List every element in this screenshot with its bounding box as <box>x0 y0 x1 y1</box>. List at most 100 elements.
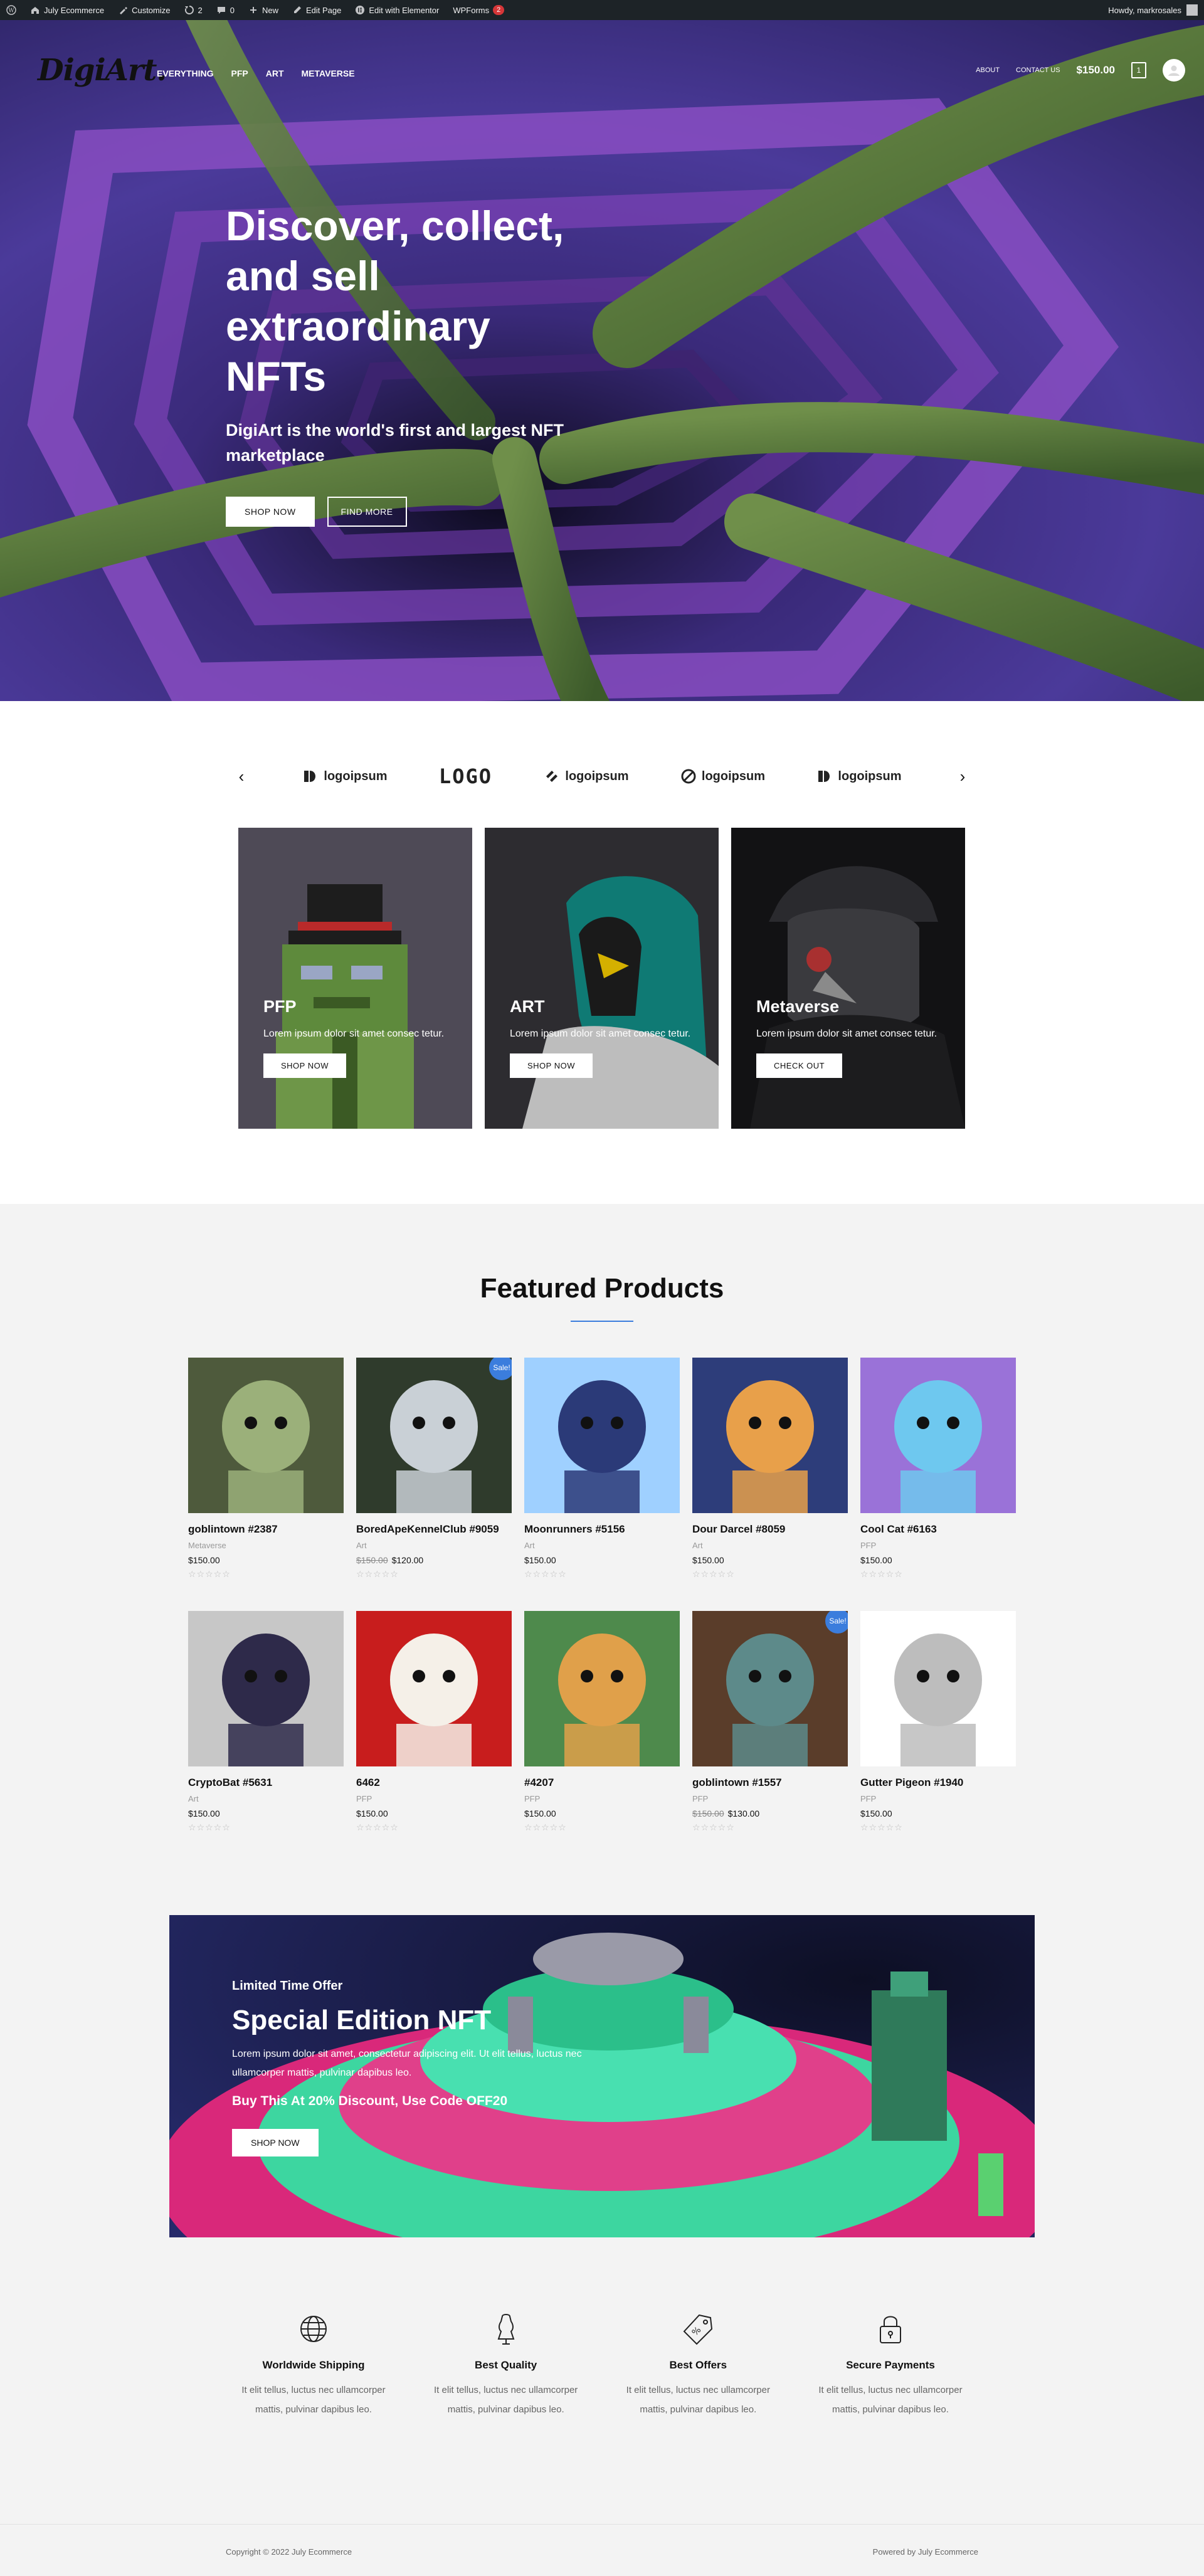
product-image[interactable] <box>356 1611 512 1766</box>
feature-title: Worldwide Shipping <box>262 2359 365 2371</box>
product-card[interactable]: goblintown #2387 Metaverse $150.00 ☆☆☆☆☆ <box>188 1358 344 1580</box>
product-name[interactable]: Dour Darcel #8059 <box>692 1523 848 1536</box>
product-name[interactable]: goblintown #2387 <box>188 1523 344 1536</box>
padlock-icon <box>873 2311 908 2346</box>
hero-buttons: SHOP NOW FIND MORE <box>226 497 602 527</box>
logoipsum-mark-icon <box>302 768 319 784</box>
pencil-icon <box>292 5 302 15</box>
cart-icon[interactable]: 1 <box>1131 62 1146 78</box>
product-card[interactable]: Sale! goblintown #1557 PFP $150.00 $130.00 ☆☆… <box>692 1611 848 1833</box>
nav-contact[interactable]: CONTACT US <box>1016 66 1060 74</box>
nav-pfp[interactable]: PFP <box>231 68 248 78</box>
category-card-metaverse[interactable]: Metaverse Lorem ipsum dolor sit amet con… <box>731 828 965 1129</box>
promo-code: Buy This At 20% Discount, Use Code OFF20 <box>232 2094 508 2108</box>
site-logo[interactable]: DigiArt. <box>38 53 167 88</box>
hero-subtitle: DigiArt is the world's first and largest… <box>226 421 564 465</box>
product-name[interactable]: goblintown #1557 <box>692 1776 848 1789</box>
site-name-menu[interactable]: July Ecommerce <box>30 5 104 15</box>
carousel-prev-arrow-icon[interactable]: ‹ <box>232 767 251 786</box>
new-content-menu[interactable]: New <box>248 5 278 15</box>
user-account-icon[interactable] <box>1163 59 1185 82</box>
product-card[interactable]: Moonrunners #5156 Art $150.00 ☆☆☆☆☆ <box>524 1358 680 1580</box>
product-card[interactable]: Cool Cat #6163 PFP $150.00 ☆☆☆☆☆ <box>860 1358 1016 1580</box>
product-name[interactable]: 6462 <box>356 1776 512 1789</box>
sale-badge: Sale! <box>825 1611 848 1634</box>
product-category[interactable]: Art <box>524 1541 680 1550</box>
product-card[interactable]: #4207 PFP $150.00 ☆☆☆☆☆ <box>524 1611 680 1833</box>
comments-link[interactable]: 0 <box>216 5 235 15</box>
partner-logo: logoipsum <box>302 768 388 784</box>
product-name[interactable]: Moonrunners #5156 <box>524 1523 680 1536</box>
wp-logo-menu[interactable]: W <box>6 5 16 15</box>
metaverse-check-out-button[interactable]: CHECK OUT <box>756 1053 843 1078</box>
product-name[interactable]: #4207 <box>524 1776 680 1789</box>
find-more-button[interactable]: FIND MORE <box>327 497 407 527</box>
promo-content: Limited Time Offer Special Edition NFT L… <box>232 1979 640 2156</box>
product-card[interactable]: Sale! BoredApeKennelClub #9059 Art $150.00 $… <box>356 1358 512 1580</box>
price-tag-icon: % <box>680 2311 716 2346</box>
carousel-next-arrow-icon[interactable]: › <box>953 767 972 786</box>
header-right: ABOUT CONTACT US $150.00 1 <box>976 59 1185 82</box>
product-image[interactable] <box>188 1611 344 1766</box>
category-description: Lorem ipsum dolor sit amet consec tetur. <box>263 1028 445 1039</box>
pfp-shop-now-button[interactable]: SHOP NOW <box>263 1053 346 1078</box>
product-category[interactable]: PFP <box>860 1794 1016 1803</box>
product-card[interactable]: CryptoBat #5631 Art $150.00 ☆☆☆☆☆ <box>188 1611 344 1833</box>
product-category[interactable]: PFP <box>356 1794 512 1803</box>
category-card-art[interactable]: ART Lorem ipsum dolor sit amet consec te… <box>485 828 719 1129</box>
product-name[interactable]: BoredApeKennelClub #9059 <box>356 1523 512 1536</box>
edit-page-link[interactable]: Edit Page <box>292 5 341 15</box>
nav-art[interactable]: ART <box>266 68 284 78</box>
account-menu[interactable]: Howdy, markrosales <box>1108 4 1198 16</box>
nav-about[interactable]: ABOUT <box>976 66 1000 74</box>
star-rating: ☆☆☆☆☆ <box>860 1569 903 1579</box>
nav-metaverse[interactable]: METAVERSE <box>302 68 355 78</box>
product-image[interactable] <box>692 1358 848 1513</box>
wp-admin-bar: W July Ecommerce Customize 2 0 New Edit … <box>0 0 1204 20</box>
partner-logo: LOGO <box>438 764 492 788</box>
metaverse-bird-illustration <box>731 828 965 1129</box>
product-category[interactable]: Art <box>692 1541 848 1550</box>
category-info: ART Lorem ipsum dolor sit amet consec te… <box>510 997 698 1078</box>
product-image[interactable] <box>860 1358 1016 1513</box>
product-image[interactable] <box>860 1611 1016 1766</box>
product-image[interactable]: Sale! <box>356 1358 512 1513</box>
product-category[interactable]: Metaverse <box>188 1541 344 1550</box>
nav-everything[interactable]: EVERYTHING <box>157 68 214 78</box>
cart-total[interactable]: $150.00 <box>1077 64 1115 77</box>
product-card[interactable]: Gutter Pigeon #1940 PFP $150.00 ☆☆☆☆☆ <box>860 1611 1016 1833</box>
wpforms-link[interactable]: WPForms 2 <box>453 5 505 15</box>
nft-artwork <box>356 1358 512 1513</box>
product-price: $150.00 <box>860 1555 1016 1565</box>
elementor-link[interactable]: Edit with Elementor <box>355 5 439 15</box>
product-category[interactable]: PFP <box>860 1541 1016 1550</box>
customize-link[interactable]: Customize <box>118 5 171 15</box>
promo-shop-now-button[interactable]: SHOP NOW <box>232 2129 319 2156</box>
product-name[interactable]: Gutter Pigeon #1940 <box>860 1776 1016 1789</box>
updates-icon <box>184 5 194 15</box>
feature-title: Best Quality <box>475 2359 537 2371</box>
category-title: ART <box>510 997 545 1016</box>
updates-link[interactable]: 2 <box>184 5 203 15</box>
art-shop-now-button[interactable]: SHOP NOW <box>510 1053 593 1078</box>
product-name[interactable]: CryptoBat #5631 <box>188 1776 344 1789</box>
shop-now-button[interactable]: SHOP NOW <box>226 497 315 527</box>
product-name[interactable]: Cool Cat #6163 <box>860 1523 1016 1536</box>
star-rating: ☆☆☆☆☆ <box>860 1822 903 1832</box>
product-card[interactable]: Dour Darcel #8059 Art $150.00 ☆☆☆☆☆ <box>692 1358 848 1580</box>
product-image[interactable] <box>188 1358 344 1513</box>
product-category[interactable]: Art <box>188 1794 344 1803</box>
nft-artwork <box>860 1611 1016 1766</box>
feature-description: It elit tellus, luctus nec ullamcorper m… <box>818 2385 963 2415</box>
product-image[interactable] <box>524 1611 680 1766</box>
product-category[interactable]: PFP <box>692 1794 848 1803</box>
product-category[interactable]: Art <box>356 1541 512 1550</box>
product-image[interactable] <box>524 1358 680 1513</box>
product-image[interactable]: Sale! <box>692 1611 848 1766</box>
powered-by-text: Powered by July Ecommerce <box>872 2547 978 2557</box>
nft-artwork <box>860 1358 1016 1513</box>
customize-label: Customize <box>132 5 171 15</box>
product-category[interactable]: PFP <box>524 1794 680 1803</box>
category-card-pfp[interactable]: PFP Lorem ipsum dolor sit amet consec te… <box>238 828 472 1129</box>
product-card[interactable]: 6462 PFP $150.00 ☆☆☆☆☆ <box>356 1611 512 1833</box>
